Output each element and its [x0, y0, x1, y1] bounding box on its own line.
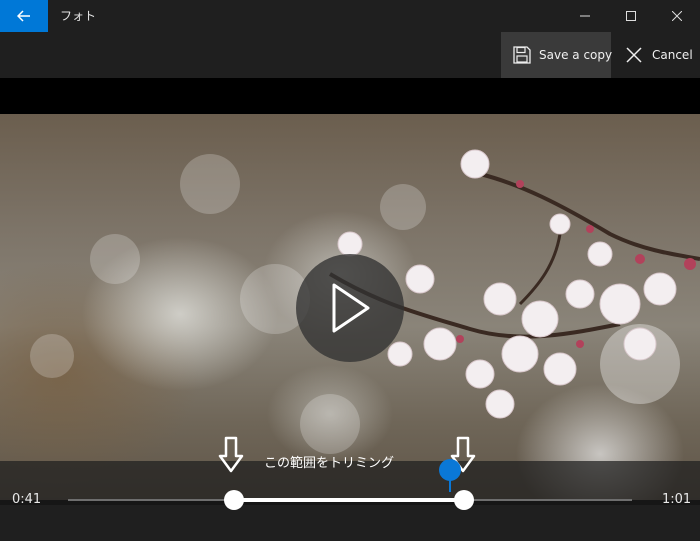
trim-selection — [234, 498, 464, 502]
floppy-disk-icon — [513, 46, 531, 64]
minimize-icon — [580, 15, 590, 17]
minimize-button[interactable] — [562, 0, 608, 32]
bottom-bar — [0, 505, 700, 541]
save-a-copy-label: Save a copy — [539, 48, 613, 62]
trim-start-time: 0:41 — [12, 492, 42, 507]
back-button[interactable] — [0, 0, 48, 32]
play-button[interactable] — [296, 254, 404, 362]
trim-hint-text: この範囲をトリミング — [264, 456, 395, 471]
x-icon — [626, 47, 642, 63]
back-arrow-icon — [17, 10, 30, 22]
save-a-copy-button[interactable]: Save a copy — [501, 32, 613, 78]
title-bar: フォト — [0, 0, 700, 32]
playhead-handle[interactable] — [439, 459, 461, 481]
cancel-label: Cancel — [652, 48, 693, 62]
letterbox-top — [0, 78, 700, 114]
maximize-button[interactable] — [608, 0, 654, 32]
app-title: フォト — [60, 9, 97, 23]
command-bar: Save a copy Cancel — [0, 32, 700, 78]
trim-end-handle[interactable] — [454, 490, 474, 510]
down-arrow-icon — [218, 436, 244, 473]
play-icon — [332, 283, 370, 333]
video-frame[interactable] — [0, 114, 700, 500]
close-icon — [672, 11, 682, 21]
trim-end-time: 1:01 — [662, 492, 692, 507]
close-window-button[interactable] — [654, 0, 700, 32]
maximize-icon — [626, 11, 636, 21]
cancel-button[interactable]: Cancel — [614, 32, 700, 78]
trim-start-handle[interactable] — [224, 490, 244, 510]
